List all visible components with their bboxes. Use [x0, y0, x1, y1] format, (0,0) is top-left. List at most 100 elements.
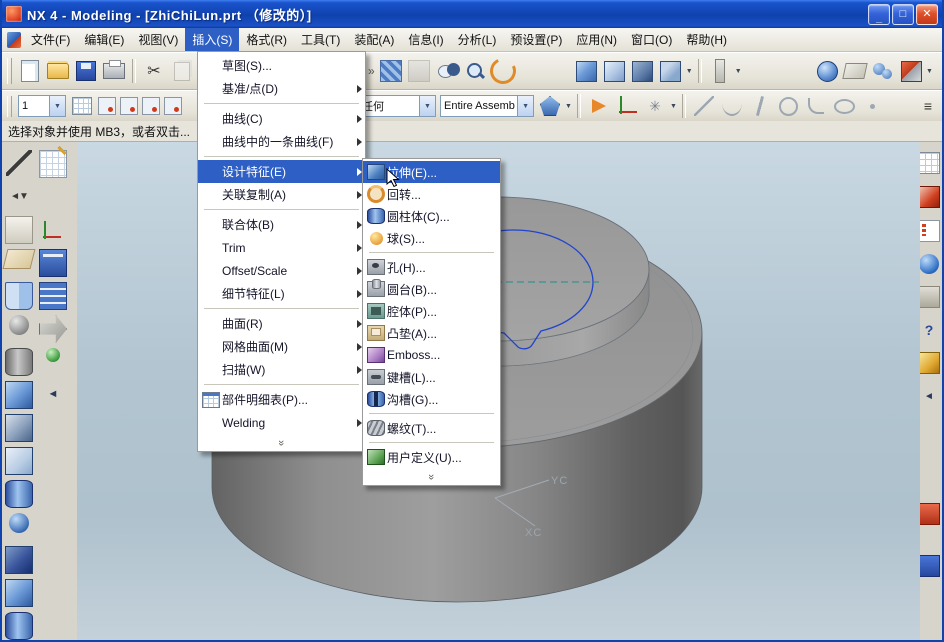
submenu-expand-button[interactable]: »	[363, 468, 500, 483]
block-tool-icon[interactable]	[5, 546, 33, 574]
menu-help[interactable]: 帮助(H)	[679, 28, 734, 51]
toolbar-grip[interactable]	[7, 96, 12, 117]
sketch-plane-button[interactable]	[842, 58, 868, 84]
highlight-dropdown-arrow[interactable]: ▼	[564, 103, 573, 110]
spline-tool-button[interactable]	[747, 93, 773, 119]
unite-tool-icon[interactable]	[5, 414, 33, 442]
menu-application[interactable]: 应用(N)	[569, 28, 624, 51]
layer-combo[interactable]: 1 ▼	[18, 95, 66, 117]
snap-point-button-4[interactable]	[163, 96, 183, 116]
menu-assemblies[interactable]: 装配(A)	[347, 28, 401, 51]
menu-item-offset-scale[interactable]: Offset/Scale	[198, 259, 365, 282]
menu-item-curve[interactable]: 曲线(C)	[198, 107, 365, 130]
submenu-item-hole[interactable]: 孔(H)...	[363, 256, 500, 278]
view-dropdown-arrow[interactable]: ▼	[685, 68, 694, 75]
fillet-tool-button[interactable]	[803, 93, 829, 119]
wireframe-view-button[interactable]	[602, 58, 628, 84]
arc-tool-button[interactable]	[719, 93, 745, 119]
hole-tool-icon[interactable]	[5, 612, 33, 640]
copy-button[interactable]	[169, 58, 195, 84]
menu-preferences[interactable]: 预设置(P)	[503, 28, 569, 51]
menu-analysis[interactable]: 分析(L)	[451, 28, 504, 51]
internet-icon[interactable]	[919, 254, 939, 274]
subtract-tool-icon[interactable]	[5, 447, 33, 475]
csys-button[interactable]	[614, 93, 640, 119]
constructor-dropdown-arrow[interactable]: ▼	[669, 103, 678, 110]
extrude-tool-icon[interactable]	[5, 381, 33, 409]
menu-item-mesh-surface[interactable]: 网格曲面(M)	[198, 335, 365, 358]
submenu-item-boss[interactable]: 圆台(B)...	[363, 278, 500, 300]
orient-view-button[interactable]	[658, 58, 684, 84]
layer-book-icon[interactable]	[39, 249, 67, 277]
sketcher-task-icon[interactable]	[5, 216, 33, 244]
resource-collapse-icon[interactable]: ◄	[919, 386, 939, 406]
minimize-button[interactable]: _	[868, 4, 890, 25]
submenu-item-user-defined[interactable]: 用户定义(U)...	[363, 446, 500, 468]
help-icon[interactable]: ?	[919, 320, 939, 340]
toolbar-grip[interactable]	[7, 58, 12, 83]
ball-tool-icon[interactable]	[9, 513, 29, 533]
collapse-arrows-icon[interactable]: ◄▼	[6, 183, 32, 209]
menu-item-welding[interactable]: Welding	[198, 411, 365, 434]
menu-file[interactable]: 文件(F)	[24, 28, 77, 51]
selection-scope-combo[interactable]: Entire Assemb ▼	[440, 95, 534, 117]
zoom-window-button[interactable]	[434, 58, 460, 84]
submenu-item-groove[interactable]: 沟槽(G)...	[363, 388, 500, 410]
menu-tools[interactable]: 工具(T)	[294, 28, 347, 51]
menu-item-associative-copy[interactable]: 关联复制(A)	[198, 183, 365, 206]
menu-window[interactable]: 窗口(O)	[624, 28, 679, 51]
pocket-tool-icon[interactable]	[5, 579, 33, 607]
roles-icon[interactable]	[918, 352, 940, 374]
collapse-left-icon[interactable]: ◄	[40, 381, 66, 407]
snap-point-button-3[interactable]	[141, 96, 161, 116]
sphere-tool-icon[interactable]	[9, 315, 29, 335]
circle-tool-button[interactable]	[775, 93, 801, 119]
view-layout-icon[interactable]	[5, 282, 33, 310]
submenu-item-cylinder[interactable]: 圆柱体(C)...	[363, 205, 500, 227]
edit-feature-icon[interactable]	[39, 315, 67, 343]
layer-settings-button[interactable]	[69, 93, 95, 119]
menu-item-sketch[interactable]: 草图(S)...	[198, 54, 365, 77]
sketch-icon[interactable]	[39, 150, 67, 178]
layer-visibility-icon[interactable]	[39, 282, 67, 310]
cylinder-tool-icon[interactable]	[5, 348, 33, 376]
view-lens-button[interactable]	[814, 58, 840, 84]
menu-item-trim[interactable]: Trim	[198, 236, 365, 259]
part-navigator-icon[interactable]	[918, 220, 940, 242]
facet-view-button[interactable]	[630, 58, 656, 84]
datum-csys-icon[interactable]	[40, 216, 66, 242]
title-bar[interactable]: NX 4 - Modeling - [ZhiChiLun.prt （修改的）] …	[2, 0, 942, 28]
submenu-item-sphere[interactable]: 球(S)...	[363, 227, 500, 249]
selection-filter-combo[interactable]: 任何 ▼	[358, 95, 436, 117]
menu-item-sweep[interactable]: 扫描(W)	[198, 358, 365, 381]
open-file-button[interactable]	[45, 58, 71, 84]
constraints-button[interactable]	[898, 58, 924, 84]
tools-dropdown-arrow[interactable]: ▼	[925, 68, 934, 75]
line-tool-button[interactable]	[691, 93, 717, 119]
new-file-button[interactable]	[17, 58, 43, 84]
point-tool-button[interactable]	[859, 93, 885, 119]
maximize-button[interactable]: □	[892, 4, 914, 25]
toolbar-overflow-chevron[interactable]: »	[368, 64, 375, 78]
menu-insert[interactable]: 插入(S)	[185, 28, 239, 51]
menu-item-curve-from-curves[interactable]: 曲线中的一条曲线(F)	[198, 130, 365, 153]
submenu-item-emboss[interactable]: Emboss...	[363, 344, 500, 366]
submenu-item-pad[interactable]: 凸垫(A)...	[363, 322, 500, 344]
profile-line-icon[interactable]	[6, 150, 32, 176]
pan-button[interactable]	[406, 58, 432, 84]
shaded-view-button[interactable]	[574, 58, 600, 84]
selection-scope-arrow[interactable]: ▼	[517, 96, 533, 116]
print-button[interactable]	[101, 58, 127, 84]
measure-button[interactable]	[707, 58, 733, 84]
menu-information[interactable]: 信息(I)	[401, 28, 450, 51]
menu-view[interactable]: 视图(V)	[131, 28, 185, 51]
selection-filter-arrow[interactable]: ▼	[419, 96, 435, 116]
save-button[interactable]	[73, 58, 99, 84]
assembly-tools-button[interactable]	[870, 58, 896, 84]
assembly-navigator-icon[interactable]	[918, 152, 940, 174]
layer-combo-arrow[interactable]: ▼	[49, 96, 65, 116]
submenu-item-slot[interactable]: 键槽(L)...	[363, 366, 500, 388]
measure-dropdown-arrow[interactable]: ▼	[734, 68, 743, 75]
menu-item-detail-feature[interactable]: 细节特征(L)	[198, 282, 365, 305]
menu-format[interactable]: 格式(R)	[239, 28, 294, 51]
